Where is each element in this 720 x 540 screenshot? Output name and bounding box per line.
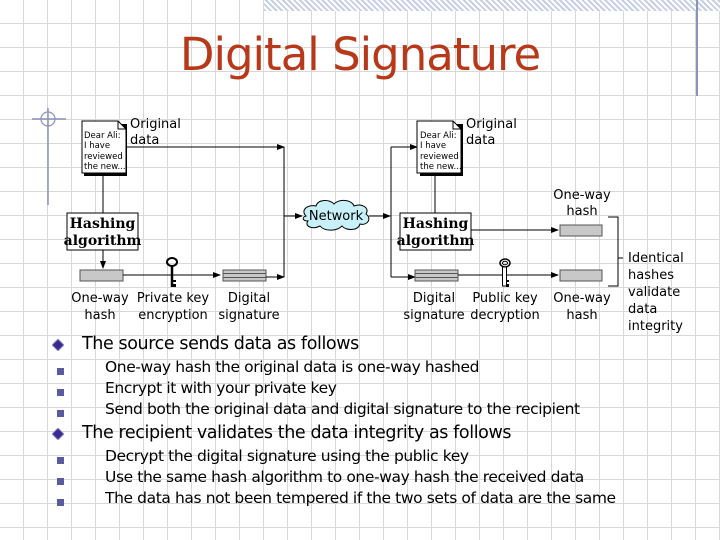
square-bullet-icon (57, 368, 64, 375)
bullet-list: The source sends data as follows One-way… (0, 0, 720, 540)
bullet-recipient-item-1: Decrypt the digital signature using the … (105, 447, 469, 465)
bullet-recipient-item-3: The data has not been tempered if the tw… (105, 489, 616, 507)
square-bullet-icon (57, 410, 64, 417)
bullet-source-item-1: One-way hash the original data is one-wa… (105, 358, 480, 376)
square-bullet-icon (57, 499, 64, 506)
bullet-source-item-3: Send both the original data and digital … (105, 400, 580, 418)
square-bullet-icon (57, 389, 64, 396)
square-bullet-icon (57, 478, 64, 485)
bullet-recipient-item-2: Use the same hash algorithm to one-way h… (105, 468, 584, 486)
diamond-bullet-icon (52, 339, 64, 351)
bullet-source-heading: The source sends data as follows (82, 334, 359, 354)
square-bullet-icon (57, 457, 64, 464)
bullet-recipient-heading: The recipient validates the data integri… (82, 423, 512, 443)
diamond-bullet-icon (52, 428, 64, 440)
bullet-source-item-2: Encrypt it with your private key (105, 379, 337, 397)
